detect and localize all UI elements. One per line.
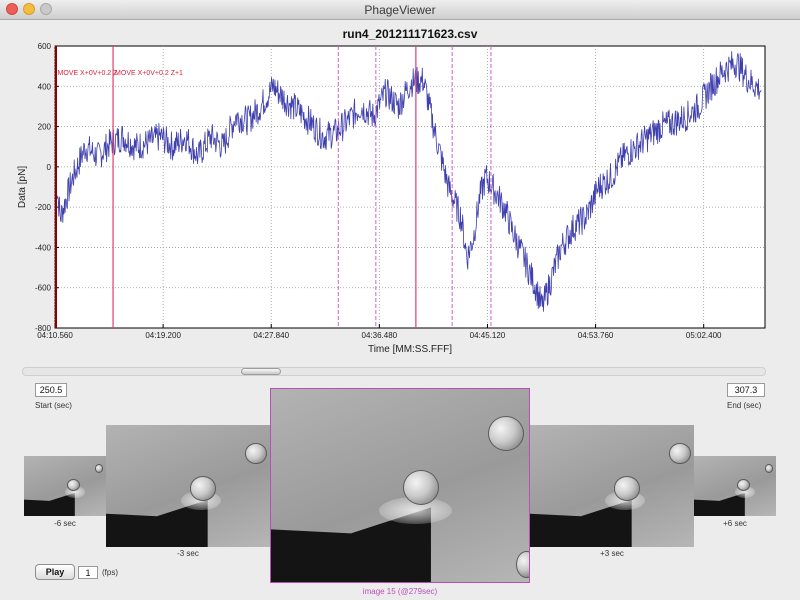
window-titlebar: PhageViewer: [0, 0, 800, 20]
x-tick-label: 04:53.760: [578, 331, 614, 340]
y-tick-label: -400: [35, 243, 52, 252]
end-time-input[interactable]: 307.3: [727, 383, 765, 397]
window-title: PhageViewer: [364, 3, 436, 17]
start-time-label: Start (sec): [35, 401, 72, 410]
x-axis-label: Time [MM:SS.FFF]: [368, 344, 452, 355]
video-frame-plus-3[interactable]: [530, 425, 694, 547]
video-frame-minus-6[interactable]: [24, 456, 106, 516]
timeline-scrollbar-thumb[interactable]: [241, 368, 281, 375]
end-time-label: End (sec): [727, 401, 762, 410]
x-tick-label: 04:36.480: [362, 331, 398, 340]
y-tick-label: 0: [47, 163, 52, 172]
x-tick-label: 04:10.560: [37, 331, 73, 340]
y-tick-label: 600: [38, 42, 52, 51]
frame-caption-minus-3: -3 sec: [177, 549, 199, 558]
frame-caption-minus-6: -6 sec: [54, 519, 76, 528]
y-tick-label: -600: [35, 284, 52, 293]
play-button[interactable]: Play: [35, 564, 75, 580]
x-tick-label: 04:19.200: [145, 331, 181, 340]
frame-caption-plus-6: +6 sec: [723, 519, 747, 528]
frame-caption-plus-3: +3 sec: [600, 549, 624, 558]
y-tick-label: -200: [35, 203, 52, 212]
start-time-input[interactable]: 250.5: [35, 383, 67, 397]
x-tick-label: 04:45.120: [470, 331, 506, 340]
chart-title: run4_201211171623.csv: [343, 27, 478, 41]
move-command-annotation: MOVE X+0V+0.2 Z+1: [115, 70, 183, 77]
frame-caption-current: image 15 (@279sec): [362, 587, 438, 596]
fps-input[interactable]: 1: [78, 566, 98, 579]
fps-unit-label: (fps): [102, 568, 118, 577]
video-frame-plus-6[interactable]: [694, 456, 776, 516]
timeline-scrollbar[interactable]: [22, 367, 766, 376]
move-command-annotation: MOVE X+0V+0.2 Z: [58, 70, 119, 77]
video-frame-current[interactable]: [270, 388, 530, 583]
y-axis-label: Data [pN]: [17, 166, 28, 208]
y-tick-label: 200: [38, 123, 52, 132]
video-frame-minus-3[interactable]: [106, 425, 270, 547]
y-tick-label: 400: [38, 82, 52, 91]
x-tick-label: 05:02.400: [686, 331, 722, 340]
force-chart[interactable]: 6004002000-200-400-600-80004:10.560 04:19…: [0, 20, 800, 365]
x-tick-label: 04:27.840: [253, 331, 289, 340]
